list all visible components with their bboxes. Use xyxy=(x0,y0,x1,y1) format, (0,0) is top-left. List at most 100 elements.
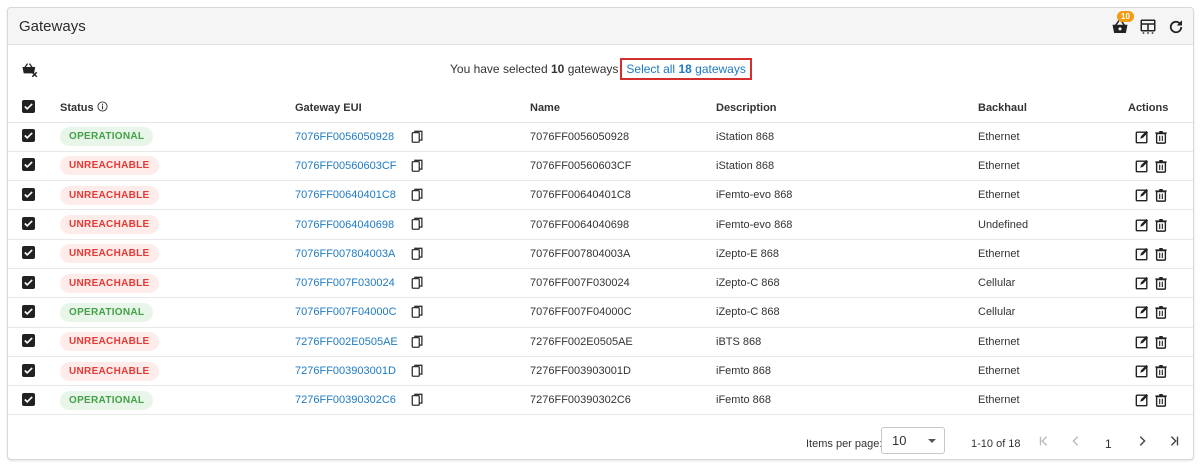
page-title: Gateways xyxy=(19,17,86,35)
trash-icon[interactable] xyxy=(1154,335,1168,349)
current-page-number[interactable]: 1 xyxy=(1105,437,1112,451)
table-row[interactable]: UNREACHABLE 7076FF007804003A 7076FF0078040… xyxy=(8,239,1193,269)
edit-icon[interactable] xyxy=(1135,364,1149,378)
table-row[interactable]: OPERATIONAL 7076FF007F04000C 7076FF007F040… xyxy=(8,298,1193,328)
items-per-page-select[interactable]: 10 xyxy=(881,427,945,454)
header-toolbar: 10 xyxy=(1110,11,1186,37)
edit-icon[interactable] xyxy=(1135,335,1149,349)
trash-icon[interactable] xyxy=(1154,247,1168,261)
row-checkbox[interactable] xyxy=(22,217,35,231)
row-checkbox[interactable] xyxy=(22,363,35,377)
refresh-button[interactable] xyxy=(1166,17,1186,37)
basket-button[interactable]: 10 xyxy=(1110,11,1134,37)
status-badge: OPERATIONAL xyxy=(60,390,154,410)
column-header-backhaul[interactable]: Backhaul xyxy=(978,102,1027,114)
gateway-eui-link[interactable]: 7276FF00390302C6 xyxy=(295,394,396,406)
edit-icon[interactable] xyxy=(1135,393,1149,407)
gateway-description: iFemto 868 xyxy=(716,394,772,407)
column-header-gateway-eui[interactable]: Gateway EUI xyxy=(295,102,362,114)
copy-icon[interactable] xyxy=(411,364,424,378)
copy-icon[interactable] xyxy=(411,130,424,144)
gateway-eui-link[interactable]: 7076FF00640401C8 xyxy=(295,189,396,201)
gateway-backhaul: Ethernet xyxy=(978,130,1020,143)
trash-icon[interactable] xyxy=(1154,130,1168,144)
gateway-backhaul: Ethernet xyxy=(978,394,1020,407)
copy-icon[interactable] xyxy=(411,159,424,173)
row-checkbox[interactable] xyxy=(22,334,35,348)
status-badge: UNREACHABLE xyxy=(60,361,159,381)
select-all-link[interactable]: Select all 18 gateways xyxy=(620,58,752,80)
next-page-button[interactable] xyxy=(1134,433,1150,449)
gateway-description: iZepto-C 868 xyxy=(716,306,780,319)
row-checkbox[interactable] xyxy=(22,187,35,201)
gateway-eui-link[interactable]: 7076FF0064040698 xyxy=(295,219,394,231)
copy-icon[interactable] xyxy=(411,305,424,319)
row-checkbox[interactable] xyxy=(22,246,35,260)
row-checkbox[interactable] xyxy=(22,304,35,318)
refresh-icon xyxy=(1169,20,1183,34)
row-checkbox[interactable] xyxy=(22,158,35,172)
first-page-button[interactable] xyxy=(1036,433,1052,449)
status-badge: UNREACHABLE xyxy=(60,244,159,264)
trash-icon[interactable] xyxy=(1154,276,1168,290)
edit-icon[interactable] xyxy=(1135,188,1149,202)
copy-icon[interactable] xyxy=(411,335,424,349)
columns-button[interactable] xyxy=(1138,17,1158,37)
status-badge: UNREACHABLE xyxy=(60,185,159,205)
table-row[interactable]: UNREACHABLE 7076FF007F030024 7076FF007F030… xyxy=(8,268,1193,298)
edit-icon[interactable] xyxy=(1135,305,1149,319)
trash-icon[interactable] xyxy=(1154,218,1168,232)
column-header-name[interactable]: Name xyxy=(530,102,560,114)
previous-page-button[interactable] xyxy=(1068,433,1084,449)
gateway-eui-link[interactable]: 7076FF007804003A xyxy=(295,248,395,260)
gateways-card: Gateways 10 You have selected 10 gateway… xyxy=(7,7,1194,460)
copy-icon[interactable] xyxy=(411,247,424,261)
trash-icon[interactable] xyxy=(1154,364,1168,378)
selection-prefix: You have selected xyxy=(450,62,548,76)
column-header-status[interactable]: Status xyxy=(60,102,94,114)
select-all-checkbox[interactable] xyxy=(22,100,35,114)
table-row[interactable]: UNREACHABLE 7076FF0064040698 7076FF0064040… xyxy=(8,210,1193,240)
basket-remove-icon[interactable] xyxy=(21,61,39,79)
status-badge: UNREACHABLE xyxy=(60,156,159,176)
gateway-eui-link[interactable]: 7276FF002E0505AE xyxy=(295,336,398,348)
table-row[interactable]: UNREACHABLE 7076FF00560603CF 7076FF0056060… xyxy=(8,151,1193,181)
copy-icon[interactable] xyxy=(411,393,424,407)
row-checkbox[interactable] xyxy=(22,392,35,406)
edit-icon[interactable] xyxy=(1135,159,1149,173)
gateway-eui-link[interactable]: 7276FF003903001D xyxy=(295,365,396,377)
trash-icon[interactable] xyxy=(1154,188,1168,203)
table-row[interactable]: UNREACHABLE 7276FF003903001D 7276FF0039030… xyxy=(8,356,1193,386)
gateway-eui-link[interactable]: 7076FF00560603CF xyxy=(295,160,397,172)
gateway-eui-link[interactable]: 7076FF0056050928 xyxy=(295,131,394,143)
gateway-eui-link[interactable]: 7076FF007F04000C xyxy=(295,306,397,318)
trash-icon[interactable] xyxy=(1154,159,1168,173)
row-checkbox[interactable] xyxy=(22,129,35,143)
gateway-backhaul: Ethernet xyxy=(978,159,1020,172)
paginator: Items per page: 10 1-10 of 18 1 xyxy=(8,422,1193,459)
status-badge: OPERATIONAL xyxy=(60,302,154,322)
table-row[interactable]: OPERATIONAL 7076FF0056050928 7076FF0056050… xyxy=(8,122,1193,152)
select-all-suffix: gateways xyxy=(695,62,746,76)
edit-icon[interactable] xyxy=(1135,218,1149,232)
last-page-button[interactable] xyxy=(1166,433,1182,449)
gateway-backhaul: Ethernet xyxy=(978,247,1020,260)
copy-icon[interactable] xyxy=(411,276,424,290)
chevron-left-icon xyxy=(1072,436,1079,446)
table-row[interactable]: UNREACHABLE 7076FF00640401C8 7076FF0064040… xyxy=(8,181,1193,210)
card-header: Gateways 10 xyxy=(8,8,1193,45)
trash-icon[interactable] xyxy=(1154,305,1168,320)
edit-icon[interactable] xyxy=(1135,130,1149,144)
row-checkbox[interactable] xyxy=(22,275,35,289)
info-icon[interactable] xyxy=(97,101,108,112)
edit-icon[interactable] xyxy=(1135,247,1149,261)
select-all-prefix: Select all xyxy=(626,62,676,76)
table-row[interactable]: UNREACHABLE 7276FF002E0505AE 7276FF002E050… xyxy=(8,327,1193,357)
edit-icon[interactable] xyxy=(1135,276,1149,290)
trash-icon[interactable] xyxy=(1154,393,1168,408)
column-header-description[interactable]: Description xyxy=(716,102,777,114)
copy-icon[interactable] xyxy=(411,188,424,202)
copy-icon[interactable] xyxy=(411,217,424,231)
gateway-eui-link[interactable]: 7076FF007F030024 xyxy=(295,277,395,289)
table-row[interactable]: OPERATIONAL 7276FF00390302C6 7276FF0039030… xyxy=(8,386,1193,415)
